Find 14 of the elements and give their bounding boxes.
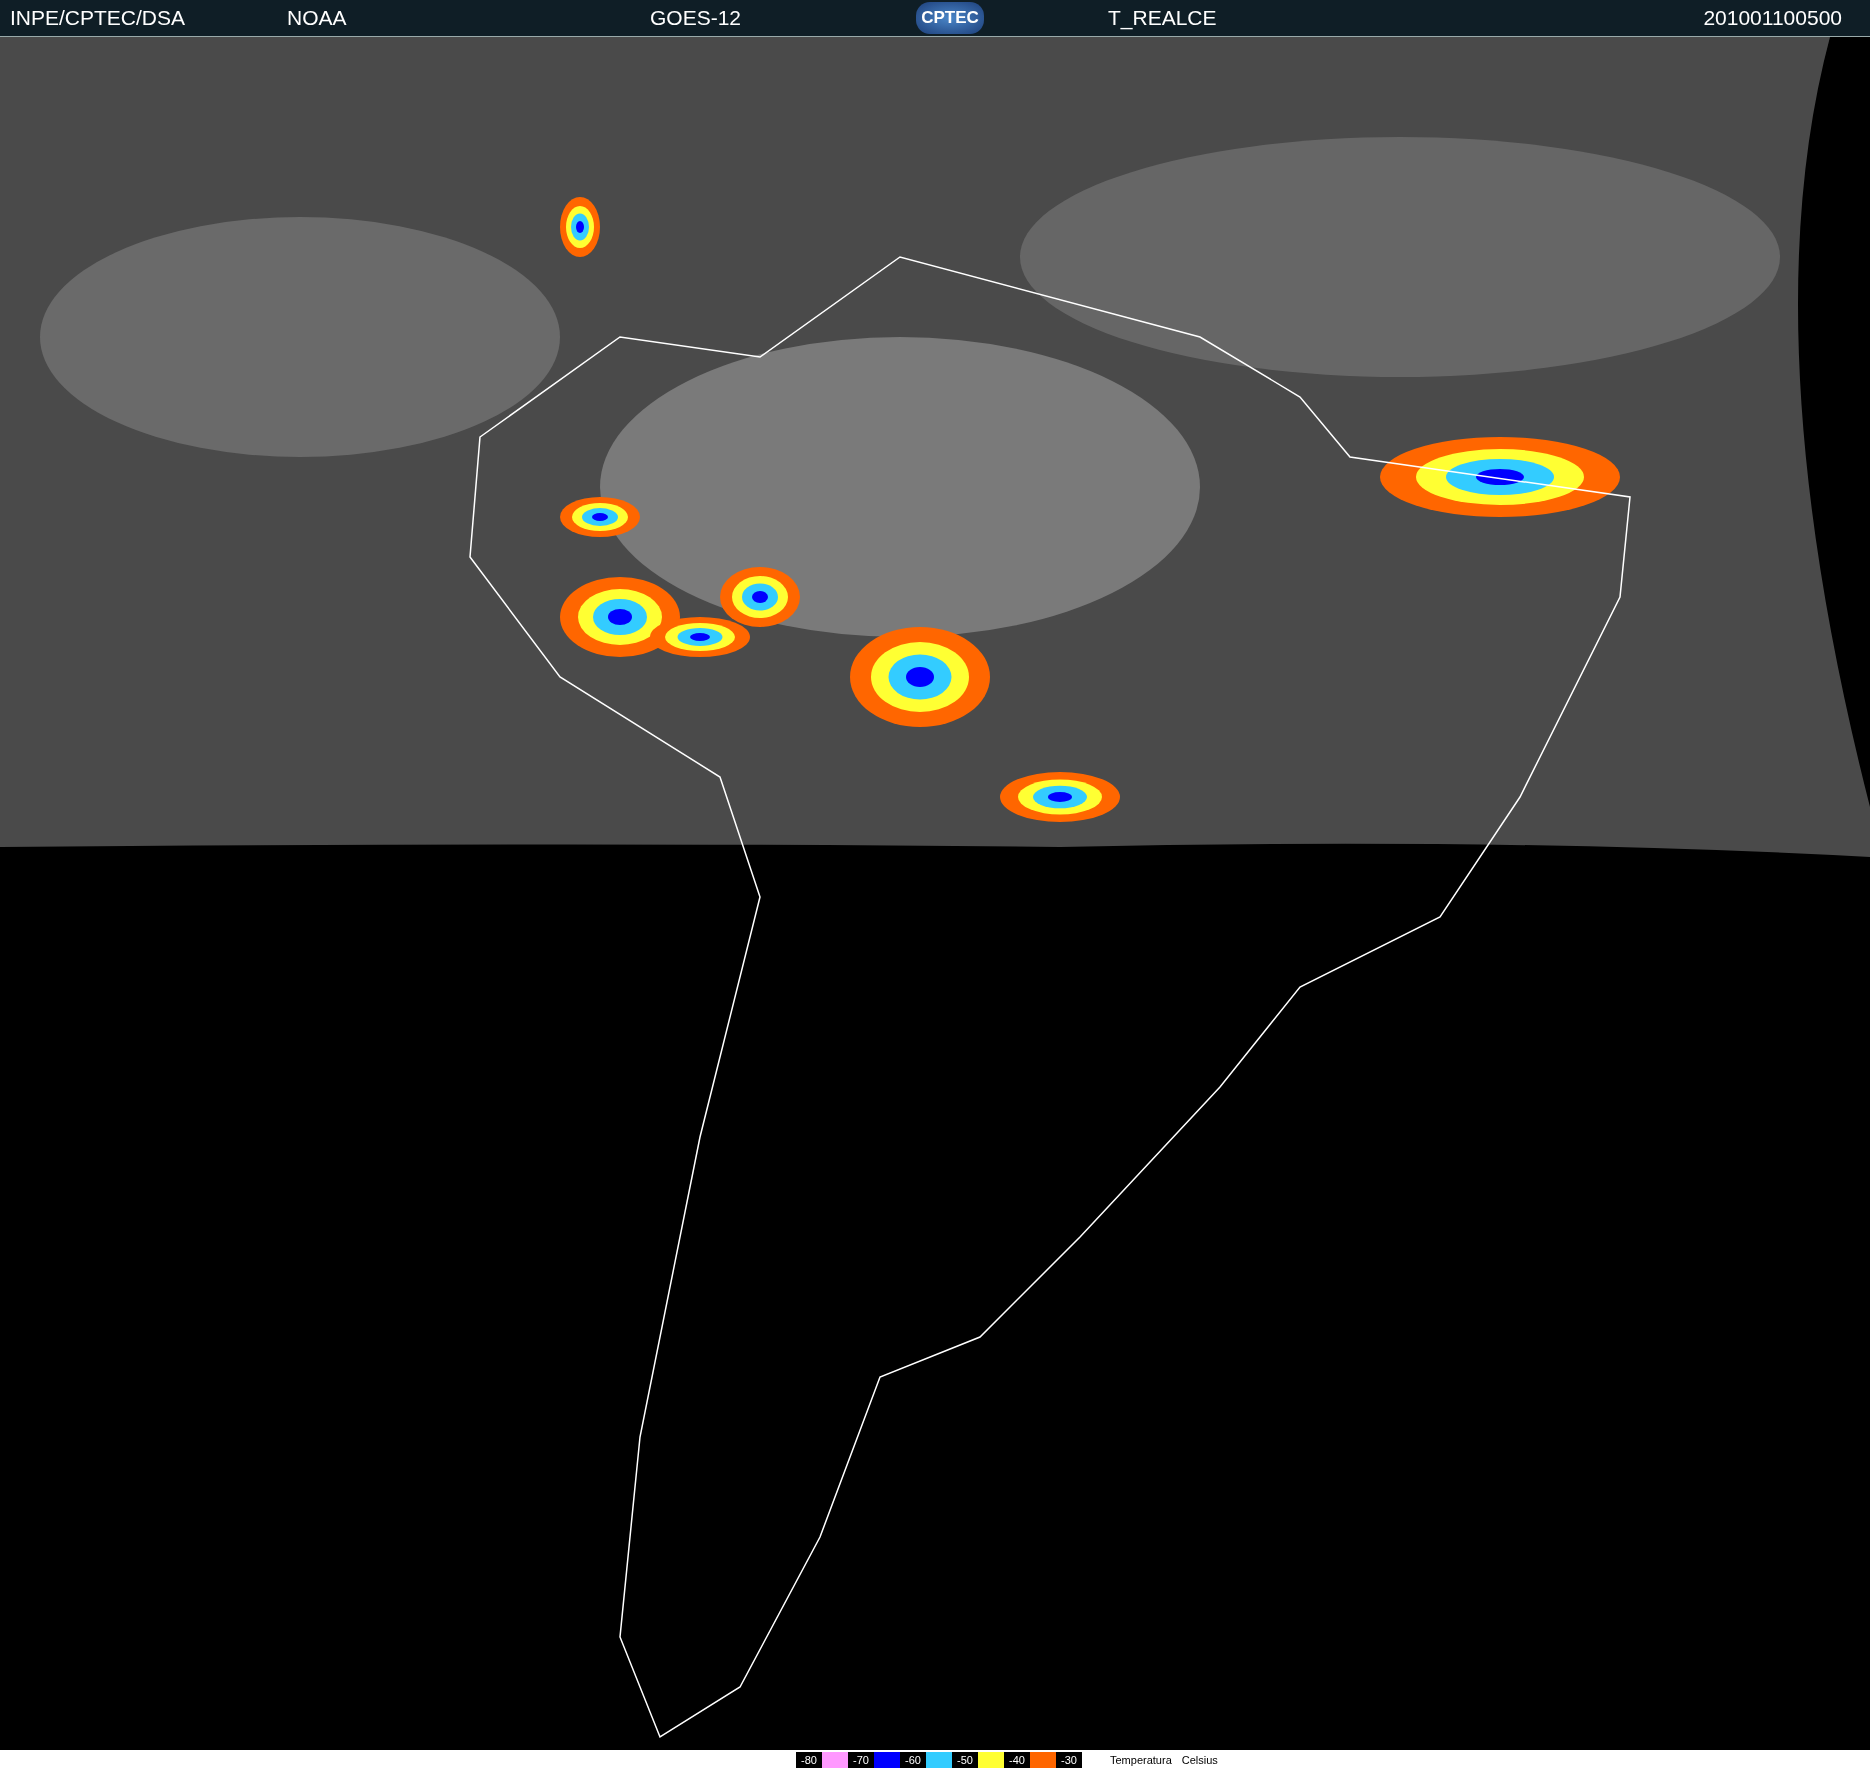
legend-title: Temperatura — [1110, 1754, 1172, 1766]
satellite-label: GOES-12 — [650, 6, 743, 30]
agency-label: INPE/CPTEC/DSA — [10, 6, 187, 30]
legend-value: -30 — [1056, 1752, 1082, 1768]
legend-value: -50 — [952, 1752, 978, 1768]
logo: CPTEC — [916, 2, 984, 34]
timestamp: 201001100500 — [1703, 6, 1842, 30]
legend-value: -40 — [1004, 1752, 1030, 1768]
legend-unit: Celsius — [1181, 1754, 1218, 1766]
source-label: NOAA — [287, 6, 348, 30]
legend-value: -80 — [796, 1752, 822, 1768]
legend-value: -60 — [900, 1752, 926, 1768]
legend-value: -70 — [848, 1752, 874, 1768]
product-label: T_REALCE — [1108, 6, 1218, 30]
